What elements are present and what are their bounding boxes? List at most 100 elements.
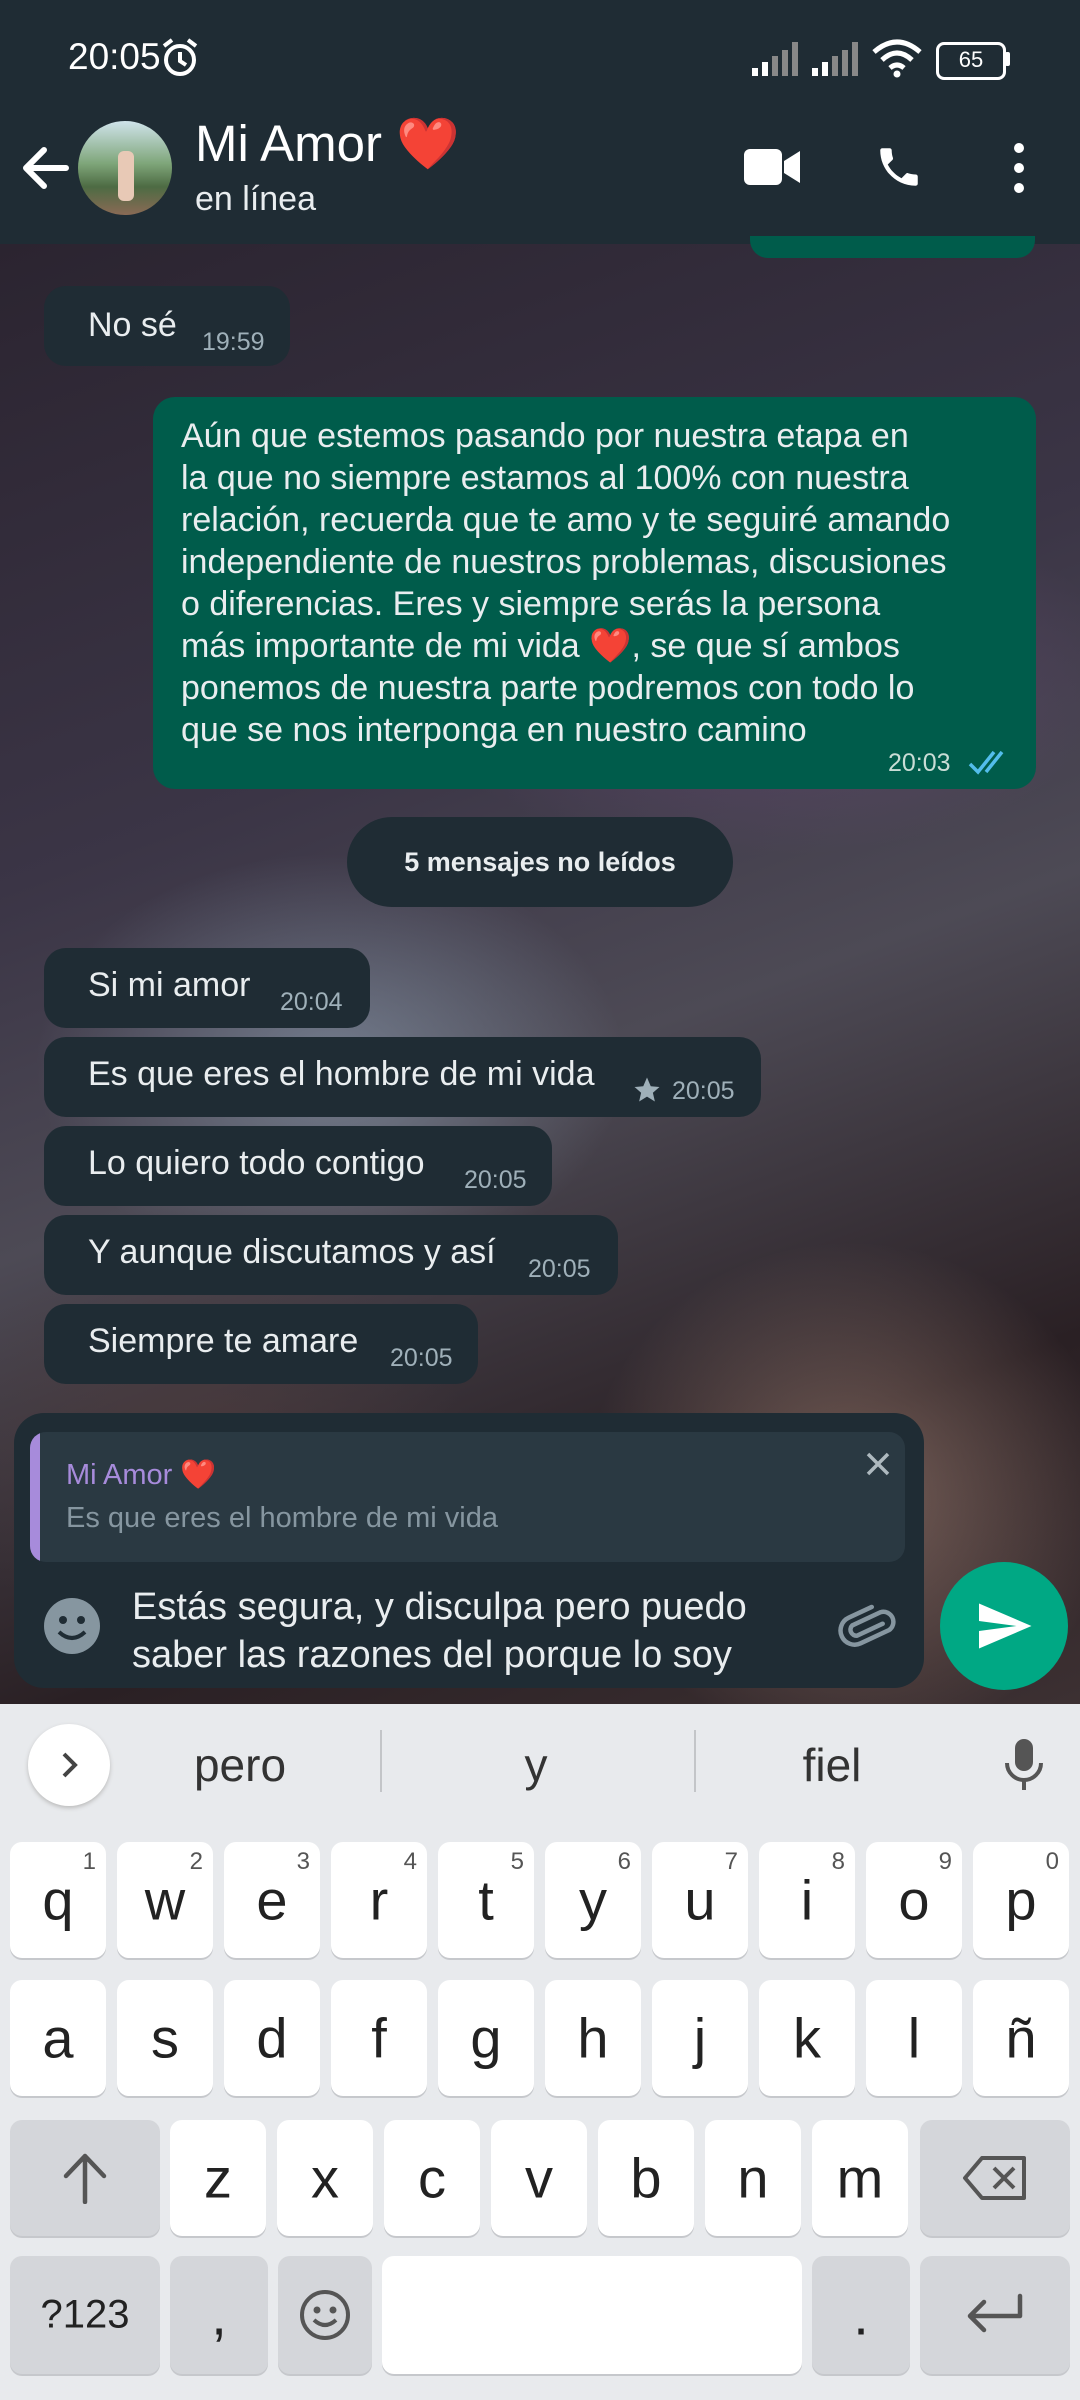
- key[interactable]: y6: [545, 1842, 641, 1958]
- enter-key[interactable]: [920, 2256, 1070, 2374]
- key[interactable]: b: [598, 2120, 694, 2236]
- key[interactable]: r4: [331, 1842, 427, 1958]
- signal-icon: [812, 42, 858, 76]
- key[interactable]: n: [705, 2120, 801, 2236]
- previous-message-bubble: [750, 236, 1035, 258]
- period-key[interactable]: .: [812, 2256, 910, 2374]
- key-label: t: [478, 1868, 494, 1932]
- contact-name[interactable]: Mi Amor ❤️: [195, 114, 460, 174]
- key[interactable]: o9: [866, 1842, 962, 1958]
- message-bubble-incoming[interactable]: Y aunque discutamos y así 20:05: [44, 1215, 618, 1295]
- video-call-icon[interactable]: [742, 145, 802, 189]
- key-label: r: [369, 1868, 389, 1932]
- avatar[interactable]: [78, 121, 172, 215]
- key[interactable]: x: [277, 2120, 373, 2236]
- key[interactable]: m: [812, 2120, 908, 2236]
- message-line: Aún que estemos pasando por nuestra etap…: [181, 417, 909, 455]
- key[interactable]: f: [331, 1980, 427, 2096]
- read-receipt-icon: [968, 750, 1004, 775]
- key[interactable]: p0: [973, 1842, 1069, 1958]
- message-text: No sé: [88, 306, 177, 344]
- message-text: Y aunque discutamos y así: [88, 1233, 496, 1271]
- signal-icon: [752, 42, 798, 76]
- key-label: u: [684, 1868, 716, 1932]
- battery-level: 65: [958, 47, 984, 72]
- message-line: que se nos interponga en nuestro camino: [181, 711, 807, 749]
- suggestion-3[interactable]: fiel: [732, 1738, 932, 1792]
- key-number-hint: 1: [82, 1848, 96, 1875]
- key[interactable]: i8: [759, 1842, 855, 1958]
- emoji-key[interactable]: [278, 2256, 372, 2374]
- message-time: 20:05: [464, 1166, 527, 1194]
- close-icon[interactable]: [858, 1444, 898, 1484]
- message-input[interactable]: Estás segura, y disculpa pero puedo sabe…: [132, 1583, 822, 1679]
- message-time: 20:05: [390, 1344, 453, 1372]
- message-line: la que no siempre estamos al 100% con nu…: [181, 459, 909, 497]
- message-bubble-incoming[interactable]: Siempre te amare 20:05: [44, 1304, 478, 1384]
- key-label: n: [737, 2146, 769, 2210]
- key[interactable]: e3: [224, 1842, 320, 1958]
- key-label: o: [898, 1868, 930, 1932]
- mic-icon[interactable]: [1000, 1735, 1048, 1795]
- key-label: b: [630, 2146, 662, 2210]
- key[interactable]: q1: [10, 1842, 106, 1958]
- key-number-hint: 9: [938, 1848, 952, 1875]
- comma-key[interactable]: ,: [170, 2256, 268, 2374]
- unread-banner-text: 5 mensajes no leídos: [404, 847, 676, 877]
- key[interactable]: w2: [117, 1842, 213, 1958]
- key[interactable]: h: [545, 1980, 641, 2096]
- back-arrow-icon[interactable]: [18, 140, 74, 196]
- wifi-icon: [872, 39, 922, 78]
- backspace-key[interactable]: [920, 2120, 1070, 2236]
- message-bubble-incoming[interactable]: Es que eres el hombre de mi vida 20:05: [44, 1037, 761, 1117]
- send-icon: [979, 1603, 1032, 1649]
- key[interactable]: v: [491, 2120, 587, 2236]
- suggestion-1[interactable]: pero: [140, 1738, 340, 1792]
- key[interactable]: j: [652, 1980, 748, 2096]
- key-label: z: [204, 2146, 232, 2210]
- key-label: s: [151, 2006, 179, 2070]
- key-label: ñ: [1005, 2006, 1037, 2070]
- key[interactable]: k: [759, 1980, 855, 2096]
- symbols-key[interactable]: ?123: [10, 2256, 160, 2374]
- key[interactable]: t5: [438, 1842, 534, 1958]
- message-bubble-incoming[interactable]: Si mi amor 20:04: [44, 948, 370, 1028]
- comma-key-label: ,: [211, 2283, 227, 2347]
- phone-icon[interactable]: [874, 142, 924, 192]
- key[interactable]: c: [384, 2120, 480, 2236]
- emoji-icon[interactable]: [42, 1596, 102, 1656]
- key[interactable]: a: [10, 1980, 106, 2096]
- message-text: Lo quiero todo contigo: [88, 1144, 425, 1182]
- battery-icon: 65: [936, 42, 1006, 80]
- key-number-hint: 7: [724, 1848, 738, 1875]
- key-number-hint: 0: [1045, 1848, 1059, 1875]
- shift-key[interactable]: [10, 2120, 160, 2236]
- battery-tip: [1005, 52, 1010, 66]
- key-label: h: [577, 2006, 609, 2070]
- attach-icon[interactable]: [836, 1597, 900, 1661]
- space-key[interactable]: [382, 2256, 802, 2374]
- message-bubble-outgoing[interactable]: Aún que estemos pasando por nuestra etap…: [153, 397, 1036, 789]
- key[interactable]: z: [170, 2120, 266, 2236]
- suggestion-divider: [380, 1730, 382, 1792]
- key-label: c: [418, 2146, 446, 2210]
- key-label: w: [144, 1868, 186, 1932]
- reply-author: Mi Amor ❤️: [66, 1459, 217, 1491]
- key[interactable]: s: [117, 1980, 213, 2096]
- reply-preview[interactable]: Mi Amor ❤️ Es que eres el hombre de mi v…: [30, 1432, 905, 1562]
- message-bubble-incoming[interactable]: No sé 19:59: [44, 286, 290, 366]
- send-button[interactable]: [940, 1562, 1068, 1690]
- key[interactable]: g: [438, 1980, 534, 2096]
- suggestion-2[interactable]: y: [436, 1738, 636, 1792]
- key[interactable]: ñ: [973, 1980, 1069, 2096]
- more-vert-icon[interactable]: [1004, 140, 1034, 196]
- key[interactable]: u7: [652, 1842, 748, 1958]
- message-bubble-incoming[interactable]: Lo quiero todo contigo 20:05: [44, 1126, 552, 1206]
- key-label: y: [579, 1868, 607, 1932]
- avatar-figure: [118, 151, 134, 201]
- key[interactable]: d: [224, 1980, 320, 2096]
- key[interactable]: l: [866, 1980, 962, 2096]
- suggestion-expand-button[interactable]: [28, 1724, 110, 1806]
- reply-accent-bar: [30, 1432, 40, 1562]
- key-label: g: [470, 2006, 502, 2070]
